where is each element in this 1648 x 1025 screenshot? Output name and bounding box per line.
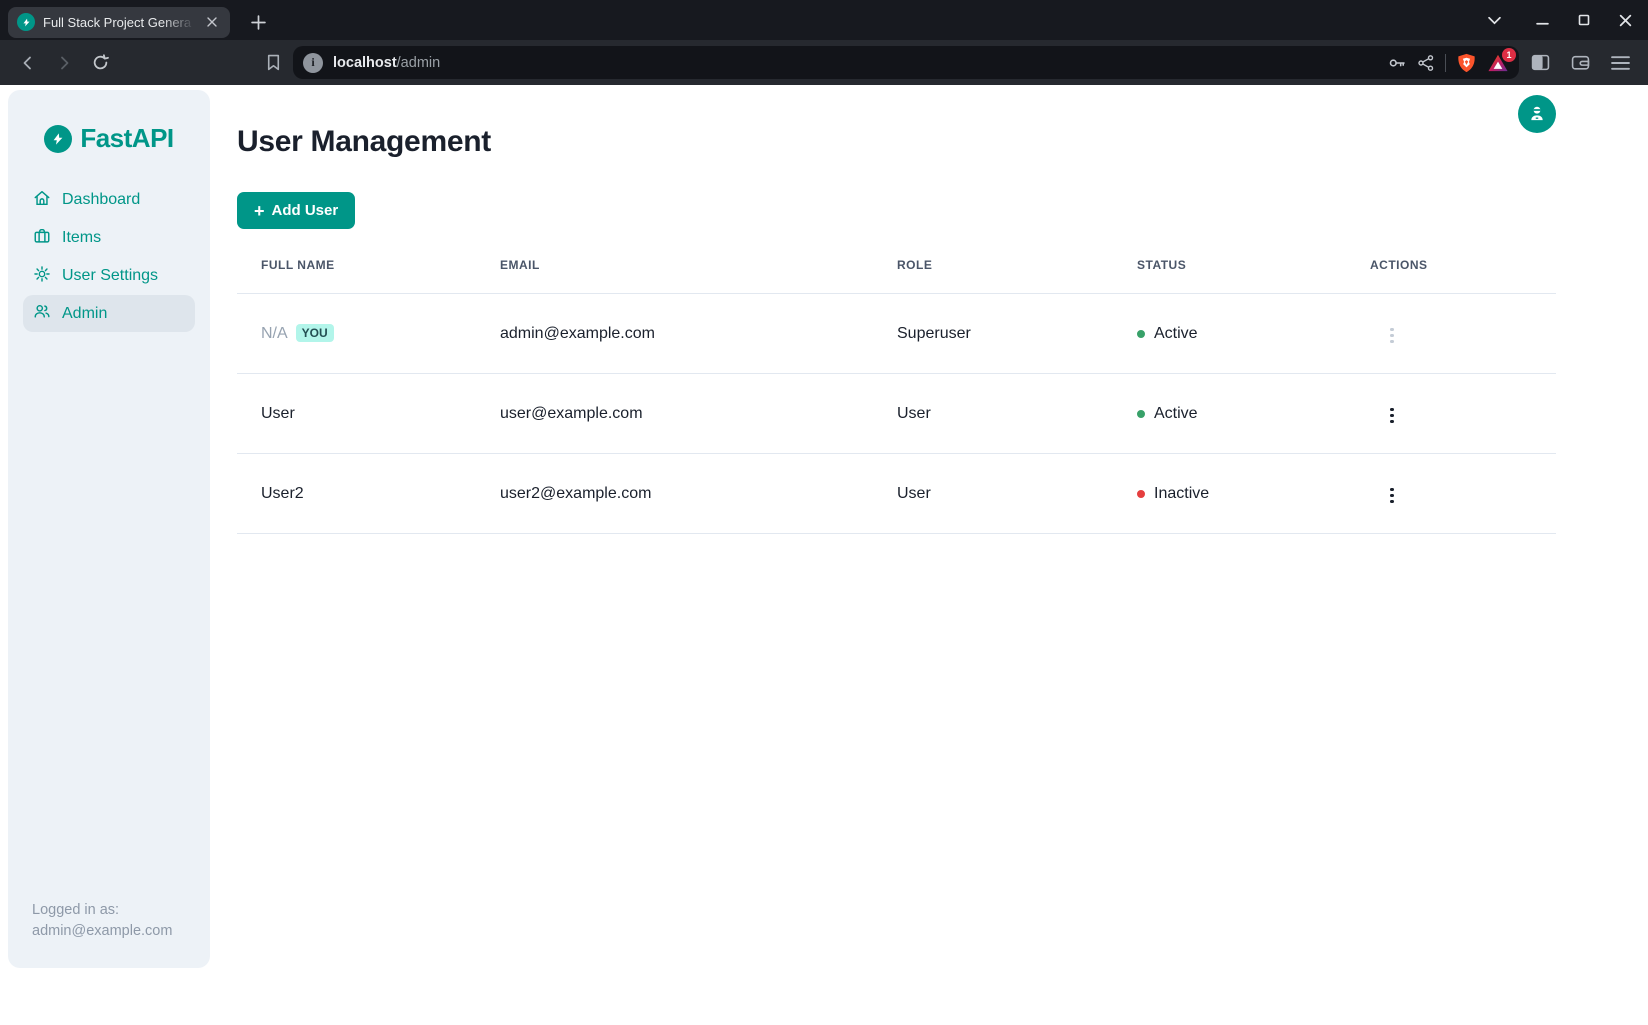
users-table: FULL NAME EMAIL ROLE STATUS ACTIONS N/A Y… [237, 258, 1556, 534]
full-name-value: N/A [261, 325, 288, 342]
sidebar-item-label: Items [62, 229, 101, 247]
col-header-role: ROLE [897, 258, 1137, 294]
row-actions-menu-icon[interactable] [1384, 482, 1400, 510]
status-dot-active [1137, 410, 1145, 418]
cell-email: user@example.com [500, 374, 897, 454]
sidebar: FastAPI Dashboard Items [8, 90, 210, 968]
browser-window: Full Stack Project Genera [0, 0, 1648, 1025]
cell-status: Active [1137, 294, 1370, 374]
col-header-full-name: FULL NAME [237, 258, 500, 294]
cell-status: Inactive [1137, 454, 1370, 534]
window-controls [1488, 14, 1648, 27]
toolbar-right-icons [1531, 53, 1634, 72]
fastapi-favicon-icon [17, 13, 35, 31]
cell-actions [1370, 454, 1556, 534]
cell-role: User [897, 374, 1137, 454]
tab-title: Full Stack Project Genera [43, 15, 195, 30]
row-actions-menu-icon[interactable] [1384, 322, 1400, 350]
url-text[interactable]: localhost/admin [333, 55, 440, 71]
sidebar-toggle-icon[interactable] [1531, 53, 1550, 72]
table-row: User user@example.com User Active [237, 374, 1556, 454]
users-icon [33, 302, 51, 325]
menu-hamburger-icon[interactable] [1611, 55, 1630, 71]
share-icon[interactable] [1417, 54, 1435, 72]
status-label: Active [1154, 405, 1198, 423]
status-label: Inactive [1154, 485, 1209, 503]
wallet-icon[interactable] [1571, 53, 1590, 72]
cell-role: User [897, 454, 1137, 534]
tab-close-icon[interactable] [203, 13, 221, 31]
reload-icon[interactable] [86, 49, 114, 77]
status-dot-inactive [1137, 490, 1145, 498]
browser-tab[interactable]: Full Stack Project Genera [8, 7, 230, 38]
url-path: /admin [397, 55, 441, 71]
site-info-icon[interactable]: i [303, 53, 323, 73]
sidebar-item-label: Admin [62, 305, 107, 323]
sidebar-item-admin[interactable]: Admin [23, 295, 195, 332]
table-header-row: FULL NAME EMAIL ROLE STATUS ACTIONS [237, 258, 1556, 294]
bookmark-icon[interactable] [259, 49, 287, 77]
brave-rewards-icon[interactable]: 1 [1487, 53, 1509, 73]
cell-email: user2@example.com [500, 454, 897, 534]
address-bar[interactable]: i localhost/admin 1 [293, 46, 1519, 79]
urlbar-divider [1445, 54, 1446, 72]
tab-search-chevron-icon[interactable] [1488, 16, 1501, 25]
table-row: User2 user2@example.com User Inactive [237, 454, 1556, 534]
status-dot-active [1137, 330, 1145, 338]
col-header-actions: ACTIONS [1370, 258, 1556, 294]
row-actions-menu-icon[interactable] [1384, 402, 1400, 430]
briefcase-icon [33, 227, 51, 250]
sidebar-item-user-settings[interactable]: User Settings [8, 257, 210, 295]
sidebar-spacer [8, 332, 210, 900]
cell-actions [1370, 374, 1556, 454]
status-label: Active [1154, 325, 1198, 343]
plus-icon: + [254, 202, 265, 220]
col-header-status: STATUS [1137, 258, 1370, 294]
cell-full-name: User2 [237, 454, 500, 534]
password-key-icon[interactable] [1387, 53, 1407, 73]
sidebar-item-label: User Settings [62, 267, 158, 285]
fastapi-logo: FastAPI [44, 123, 173, 154]
browser-toolbar: i localhost/admin 1 [0, 40, 1648, 85]
add-user-button[interactable]: + Add User [237, 192, 355, 229]
minimize-icon[interactable] [1536, 14, 1549, 27]
fastapi-logo-text: FastAPI [80, 123, 173, 154]
sidebar-nav: Dashboard Items User Settings [8, 181, 210, 332]
back-icon[interactable] [14, 49, 42, 77]
forward-icon[interactable] [50, 49, 78, 77]
new-tab-icon[interactable] [245, 9, 271, 35]
cell-email: admin@example.com [500, 294, 897, 374]
logged-in-as: Logged in as: admin@example.com [8, 900, 210, 968]
main-area: User Management + Add User FULL NAME EMA… [237, 85, 1556, 534]
logged-in-email: admin@example.com [32, 921, 194, 942]
you-badge: YOU [296, 324, 334, 342]
table-row: N/A YOU admin@example.com Superuser Activ… [237, 294, 1556, 374]
logged-in-label: Logged in as: [32, 900, 194, 921]
cell-actions [1370, 294, 1556, 374]
maximize-icon[interactable] [1578, 14, 1590, 26]
gear-icon [33, 265, 51, 288]
rewards-badge: 1 [1502, 48, 1516, 62]
cell-role: Superuser [897, 294, 1137, 374]
add-user-label: Add User [272, 202, 339, 219]
col-header-email: EMAIL [500, 258, 897, 294]
cell-full-name: User [237, 374, 500, 454]
tab-bar: Full Stack Project Genera [0, 0, 1648, 40]
cell-status: Active [1137, 374, 1370, 454]
home-icon [33, 189, 51, 212]
cell-full-name: N/A YOU [237, 294, 500, 374]
fastapi-logo-icon [44, 125, 72, 153]
close-window-icon[interactable] [1619, 14, 1632, 27]
page-content: FastAPI Dashboard Items [0, 85, 1648, 1025]
brave-shield-icon[interactable] [1456, 52, 1477, 74]
page-title: User Management [237, 125, 1556, 159]
sidebar-item-label: Dashboard [62, 191, 140, 209]
sidebar-item-dashboard[interactable]: Dashboard [8, 181, 210, 219]
url-host: localhost [333, 55, 397, 71]
sidebar-item-items[interactable]: Items [8, 219, 210, 257]
